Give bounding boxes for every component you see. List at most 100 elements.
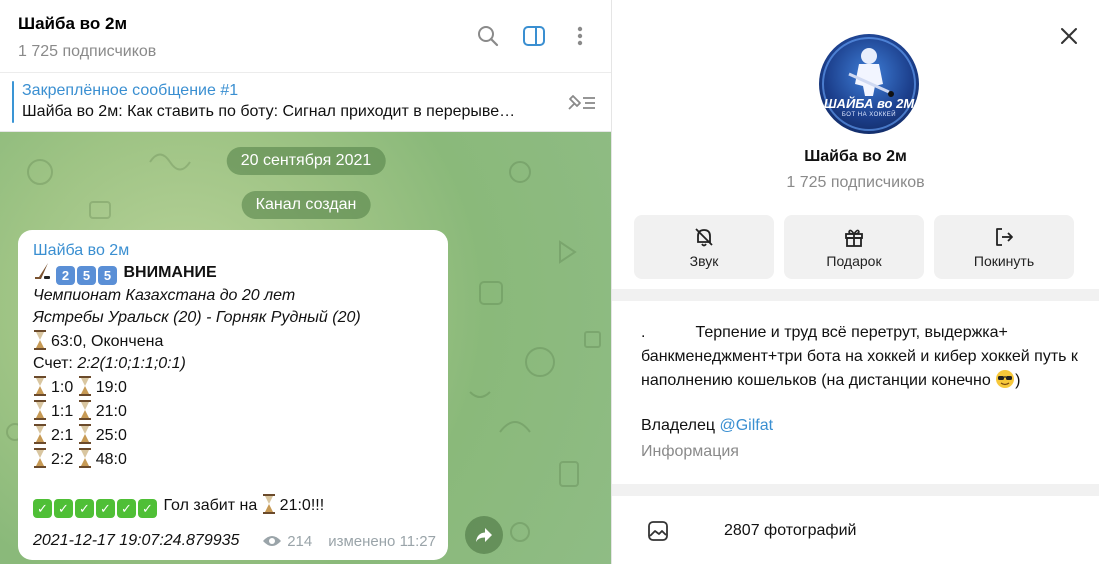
league-name: Чемпионат Казахстана до 20 лет (33, 287, 296, 304)
number-emoji: 5 (98, 266, 117, 285)
pinned-accent-bar (12, 81, 14, 123)
channel-created-label: Канал создан (241, 191, 371, 219)
message-bubble[interactable]: Шайба во 2м 255 ВНИМАНИЕ Чемпионат Казах… (18, 230, 448, 560)
goal-time: 48:0 (95, 451, 127, 468)
pinned-message-bar[interactable]: Закреплённое сообщение #1 Шайба во 2м: К… (0, 73, 611, 132)
hourglass-icon (78, 376, 91, 396)
chat-header-titles[interactable]: Шайба во 2м 1 725 подписчиков (18, 12, 455, 61)
score-value: 2:2(1:0;1:1;0:1) (77, 355, 186, 372)
share-button[interactable] (465, 516, 503, 554)
info-caption: Информация (641, 443, 739, 460)
hockey-stick-icon (35, 263, 50, 279)
status-text: 63:0, Окончена (51, 333, 164, 350)
goal-score: 2:2 (51, 451, 74, 468)
goal-time: 19:0 (95, 379, 127, 396)
messages-area: 20 сентября 2021 Канал создан Шайба во 2… (0, 132, 611, 564)
headline-text: ВНИМАНИЕ (123, 264, 217, 281)
message-footer: 2021-12-17 19:07:24.879935 214 изменено … (33, 532, 436, 550)
goal-summary-time: 21:0!!! (279, 497, 325, 514)
hourglass-icon (34, 330, 46, 350)
photos-count: 2807 фотографий (724, 522, 857, 539)
telegram-window: Шайба во 2м 1 725 подписчиков Закреплённ… (0, 0, 1099, 564)
sidebar-toggle-icon[interactable] (521, 23, 547, 49)
more-menu-icon[interactable] (567, 23, 593, 49)
check-mark-icon: ✓ (75, 499, 94, 518)
channel-description: . Терпение и труд всё перетрут, выдержка+… (641, 321, 1081, 393)
owner-link[interactable]: @Gilfat (719, 417, 773, 434)
date-separator: 20 сентября 2021 (226, 147, 386, 175)
goal-row: 2:1 25:0 (33, 423, 434, 447)
hourglass-icon (34, 424, 46, 444)
hourglass-icon (34, 376, 46, 396)
message-author[interactable]: Шайба во 2м (33, 240, 434, 261)
score-line: Счет: 2:2(1:0;1:1;0:1) (33, 353, 434, 375)
number-emoji: 5 (77, 266, 96, 285)
chat-subscribers: 1 725 подписчиков (18, 42, 157, 60)
hourglass-icon (34, 400, 46, 420)
leave-label: Покинуть (973, 252, 1035, 269)
hourglass-icon (78, 448, 91, 468)
goal-row: 1:1 21:0 (33, 399, 434, 423)
goal-score: 2:1 (51, 427, 74, 444)
match-name: Ястребы Уральск (20) - Горняк Рудный (20… (33, 309, 361, 326)
section-divider (612, 289, 1099, 301)
photo-icon (648, 521, 668, 541)
gift-label: Подарок (826, 252, 882, 269)
hockey-player-image (822, 37, 916, 131)
leave-button[interactable]: Покинуть (934, 215, 1074, 279)
goal-summary-text: Гол забит на (163, 497, 258, 514)
bell-off-icon (695, 227, 713, 246)
channel-name: Шайба во 2м (804, 148, 907, 165)
channel-info-panel: ШАЙБА во 2М БОТ НА ХОККЕЙ Шайба во 2м 1 … (612, 0, 1099, 564)
chat-header: Шайба во 2м 1 725 подписчиков (0, 0, 611, 73)
view-count: 214 (287, 532, 313, 550)
pinned-list-icon[interactable] (563, 87, 599, 117)
description-end: ) (1015, 372, 1021, 389)
chat-title: Шайба во 2м (18, 13, 128, 33)
search-icon[interactable] (475, 23, 501, 49)
share-arrow-icon (476, 528, 492, 542)
channel-avatar[interactable]: ШАЙБА во 2М БОТ НА ХОККЕЙ (819, 34, 919, 134)
mute-label: Звук (689, 252, 719, 269)
sunglasses-emoji-icon (996, 370, 1015, 388)
action-buttons: Звук Подарок Покинуть (634, 215, 1074, 279)
goal-row: 1:0 19:0 (33, 375, 434, 399)
score-label: Счет: (33, 355, 73, 372)
photos-row[interactable]: 2807 фотографий (612, 508, 1099, 554)
check-mark-icon: ✓ (33, 499, 52, 518)
leave-icon (996, 227, 1013, 246)
check-mark-icon: ✓ (96, 499, 115, 518)
avatar-title: ШАЙБА во 2М (823, 96, 915, 111)
goal-time: 21:0 (95, 403, 127, 420)
gift-button[interactable]: Подарок (784, 215, 924, 279)
pinned-texts: Закреплённое сообщение #1 Шайба во 2м: К… (22, 81, 563, 123)
goal-row: 2:2 48:0 (33, 447, 434, 471)
check-mark-icon: ✓ (138, 499, 157, 518)
message-timestamp: 2021-12-17 19:07:24.879935 (33, 532, 240, 549)
close-icon[interactable] (1058, 25, 1080, 47)
goal-summary: ✓ ✓ ✓ ✓ ✓ ✓ Гол забит на 21:0!!! (33, 493, 434, 518)
hourglass-icon (262, 494, 275, 514)
match-status: 63:0, Окончена (33, 329, 434, 353)
channel-subscribers: 1 725 подписчиков (786, 174, 925, 191)
channel-owner: Владелец @Gilfat (641, 417, 773, 435)
mute-button[interactable]: Звук (634, 215, 774, 279)
pinned-title: Закреплённое сообщение #1 (22, 82, 239, 99)
goal-score: 1:1 (51, 403, 74, 420)
number-emoji: 2 (56, 266, 75, 285)
message-meta: 214 изменено 11:27 (262, 533, 436, 550)
avatar-subtitle: БОТ НА ХОККЕЙ (841, 112, 897, 118)
message-headline: 255 ВНИМАНИЕ (33, 261, 434, 285)
chat-panel: Шайба во 2м 1 725 подписчиков Закреплённ… (0, 0, 612, 564)
edited-label: изменено 11:27 (328, 532, 436, 550)
section-divider (612, 484, 1099, 496)
check-mark-icon: ✓ (117, 499, 136, 518)
hourglass-icon (78, 424, 91, 444)
gift-icon (845, 229, 863, 247)
eye-icon (263, 536, 282, 546)
description-dot: . (641, 324, 646, 341)
hourglass-icon (78, 400, 91, 420)
goal-score: 1:0 (51, 379, 74, 396)
pinned-text: Шайба во 2м: Как ставить по боту: Сигнал… (22, 103, 516, 120)
